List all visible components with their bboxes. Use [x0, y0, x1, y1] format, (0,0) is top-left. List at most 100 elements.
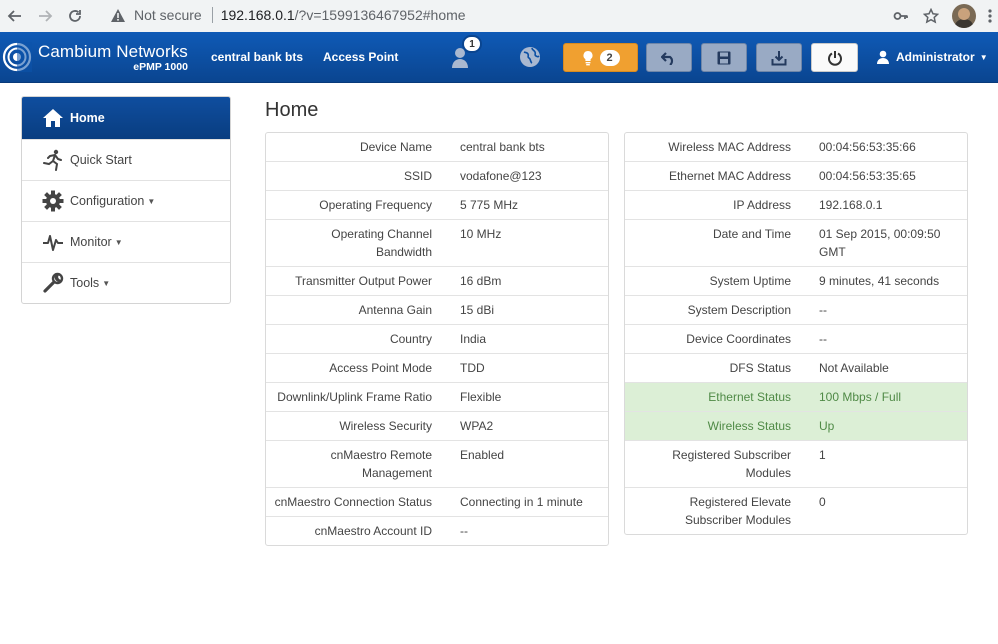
sidebar-item-configuration[interactable]: Configuration ▼	[22, 180, 230, 221]
row-key: SSID	[403, 169, 432, 183]
table-row: Downlink/Uplink Frame Ratio Flexible	[266, 382, 608, 411]
row-key: DFS Status	[729, 361, 791, 375]
gear-icon	[40, 189, 66, 213]
row-key: Wireless Security	[339, 419, 432, 433]
row-value: India	[460, 332, 487, 346]
user-icon	[877, 50, 889, 64]
caret-down-icon: ▼	[114, 237, 123, 247]
row-value: Not Available	[819, 361, 889, 375]
user-name: Administrator	[896, 50, 975, 64]
undo-button[interactable]	[646, 43, 692, 72]
row-key: Operating Frequency	[319, 198, 432, 212]
caret-down-icon: ▼	[147, 196, 156, 206]
alerts-button[interactable]: 2	[563, 43, 638, 72]
save-button[interactable]	[701, 43, 747, 72]
row-value: Up	[819, 419, 835, 433]
row-key: System Description	[687, 303, 791, 317]
row-value: Flexible	[460, 390, 502, 404]
table-row: Date and Time 01 Sep 2015, 00:09:50 GMT	[625, 219, 967, 266]
table-row-ethernet-status: Ethernet Status 100 Mbps / Full	[625, 382, 967, 411]
table-row-wireless-status: Wireless Status Up	[625, 411, 967, 440]
alerts-count: 2	[599, 49, 620, 66]
row-key: cnMaestro Connection Status	[274, 495, 432, 509]
table-row: Device Name central bank bts	[266, 133, 608, 161]
row-value: 16 dBm	[460, 274, 502, 288]
row-value: 9 minutes, 41 seconds	[819, 274, 940, 288]
table-row: Antenna Gain 15 dBi	[266, 295, 608, 324]
network-info-panel: Wireless MAC Address 00:04:56:53:35:66 Et…	[624, 132, 968, 535]
row-key: Antenna Gain	[358, 303, 432, 317]
home-icon	[40, 106, 66, 130]
table-row: System Uptime 9 minutes, 41 seconds	[625, 266, 967, 295]
row-value: Enabled	[460, 448, 505, 462]
row-value: 5 775 MHz	[460, 198, 519, 212]
row-key: IP Address	[733, 198, 791, 212]
row-value: Connecting in 1 minute	[460, 495, 583, 509]
pulse-icon	[40, 230, 66, 254]
download-tray-icon	[771, 50, 787, 65]
row-key: Registered Subscriber Modules	[672, 448, 791, 480]
sidebar-item-tools[interactable]: Tools ▼	[22, 262, 230, 303]
row-key: Transmitter Output Power	[295, 274, 432, 288]
key-icon[interactable]	[886, 2, 916, 30]
table-row: Operating Frequency 5 775 MHz	[266, 190, 608, 219]
sidebar-item-quick-start[interactable]: Quick Start	[22, 139, 230, 180]
user-menu[interactable]: Administrator ▼	[876, 50, 988, 64]
running-man-icon	[40, 148, 66, 172]
back-arrow-icon[interactable]	[0, 2, 30, 30]
reload-icon[interactable]	[60, 2, 90, 30]
table-row: cnMaestro Account ID --	[266, 516, 608, 545]
browser-toolbar: Not secure 192.168.0.1/?v=1599136467952#…	[0, 0, 998, 32]
star-icon[interactable]	[916, 2, 946, 30]
table-row: cnMaestro Remote Management Enabled	[266, 440, 608, 487]
row-key: Operating Channel Bandwidth	[331, 227, 432, 259]
row-key: Downlink/Uplink Frame Ratio	[277, 390, 432, 404]
row-value: WPA2	[460, 419, 494, 433]
sidebar-item-label: Tools	[70, 276, 100, 290]
row-value: TDD	[460, 361, 485, 375]
table-row: System Description --	[625, 295, 967, 324]
cambium-logo[interactable]: Cambium Networks ePMP 1000	[2, 42, 202, 73]
wrench-icon	[40, 271, 66, 295]
mode-link[interactable]: Access Point	[323, 50, 398, 64]
row-key: cnMaestro Remote Management	[330, 448, 432, 480]
address-bar[interactable]: Not secure 192.168.0.1/?v=1599136467952#…	[100, 1, 870, 29]
sidebar-item-label: Quick Start	[70, 153, 132, 167]
row-key: Ethernet Status	[708, 390, 791, 404]
lightbulb-icon	[582, 50, 593, 65]
row-key: cnMaestro Account ID	[314, 524, 432, 538]
table-row: SSID vodafone@123	[266, 161, 608, 190]
sidebar-nav: Home Quick Start Configuration ▼ Monitor…	[21, 96, 231, 304]
kebab-menu-icon[interactable]	[982, 2, 998, 30]
row-value: --	[819, 332, 827, 346]
sidebar-item-label: Home	[70, 111, 105, 125]
backup-button[interactable]	[756, 43, 802, 72]
floppy-disk-icon	[717, 51, 731, 64]
row-value: --	[460, 524, 468, 538]
row-value: 100 Mbps / Full	[819, 390, 902, 404]
address-separator	[211, 7, 213, 23]
row-key: Country	[389, 332, 432, 346]
table-row: Wireless Security WPA2	[266, 411, 608, 440]
row-key: System Uptime	[709, 274, 791, 288]
profile-avatar[interactable]	[952, 4, 976, 28]
table-row: DFS Status Not Available	[625, 353, 967, 382]
globe-icon[interactable]	[518, 45, 542, 69]
url-host: 192.168.0.1	[220, 7, 295, 23]
sidebar-item-label: Configuration	[70, 194, 145, 208]
device-name-link[interactable]: central bank bts	[211, 50, 303, 64]
row-value: central bank bts	[460, 140, 545, 154]
power-button[interactable]	[811, 43, 858, 72]
app-header: Cambium Networks ePMP 1000 central bank …	[0, 32, 998, 83]
table-row: Registered Subscriber Modules 1	[625, 440, 967, 487]
row-key: Registered Elevate Subscriber Modules	[684, 495, 791, 527]
not-secure-label: Not secure	[134, 7, 202, 23]
sidebar-item-monitor[interactable]: Monitor ▼	[22, 221, 230, 262]
row-value: 0	[819, 495, 826, 509]
product-name: ePMP 1000	[133, 60, 188, 73]
row-value: --	[819, 303, 827, 317]
row-value: vodafone@123	[460, 169, 542, 183]
forward-arrow-icon[interactable]	[30, 2, 60, 30]
url-path: /?v=1599136467952#home	[294, 7, 466, 23]
sidebar-item-home[interactable]: Home	[22, 97, 230, 139]
